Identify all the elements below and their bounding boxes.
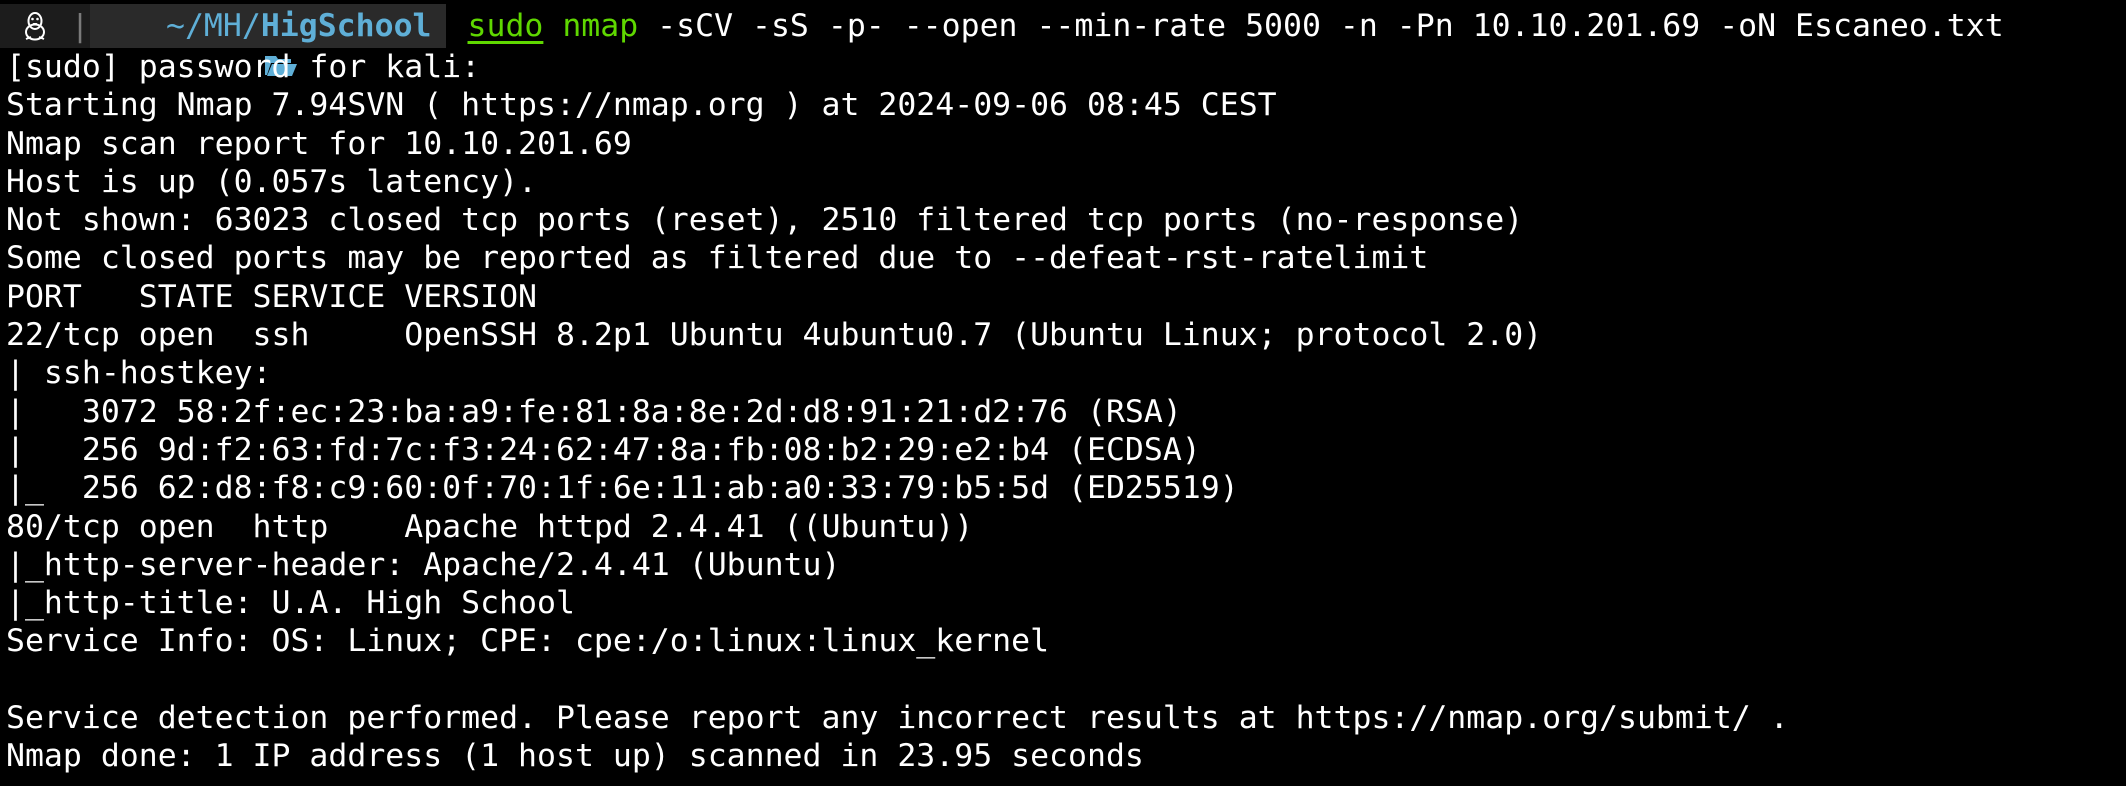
output-line: [sudo] password for kali: (6, 49, 481, 85)
output-line: |_http-server-header: Apache/2.4.41 (Ubu… (6, 546, 841, 583)
output-line: Nmap scan report for 10.10.201.69 (6, 125, 632, 162)
command-sudo: sudo (467, 8, 544, 44)
output-line: | 256 9d:f2:63:fd:7c:f3:24:62:47:8a:fb:0… (6, 431, 1201, 468)
output-line: PORT STATE SERVICE VERSION (6, 278, 538, 315)
folder-open-icon (112, 14, 297, 76)
output-line: |_ 256 62:d8:f8:c9:60:0f:70:1f:6e:11:ab:… (6, 470, 1239, 507)
directory-segment: ~/MH/HigSchool (90, 4, 446, 76)
terminal-window[interactable]: | ~/MH/HigSchool sudo nmap -sCV -sS -p- … (0, 0, 2126, 786)
shell-prompt: | ~/MH/HigSchool sudo nmap -sCV -sS -p- … (0, 0, 2126, 76)
command-output: [sudo] password for kali: Starting Nmap … (6, 48, 1789, 776)
output-line: | ssh-hostkey: (6, 355, 291, 392)
output-line: Service Info: OS: Linux; CPE: cpe:/o:lin… (6, 623, 1050, 660)
prompt-separator: | (70, 4, 90, 48)
command-text: sudo nmap -sCV -sS -p- --open --min-rate… (446, 8, 2004, 44)
output-line: |_http-title: U.A. High School (6, 585, 575, 622)
output-line: 22/tcp open ssh OpenSSH 8.2p1 Ubuntu 4ub… (6, 317, 1543, 354)
command-tool: nmap (562, 8, 639, 44)
output-line: Starting Nmap 7.94SVN ( https://nmap.org… (6, 87, 1277, 124)
command-arguments: -sCV -sS -p- --open --min-rate 5000 -n -… (657, 8, 2004, 44)
output-line: Not shown: 63023 closed tcp ports (reset… (6, 202, 1524, 239)
output-line: | 3072 58:2f:ec:23:ba:a9:fe:81:8a:8e:2d:… (6, 393, 1182, 430)
output-line: 80/tcp open http Apache httpd 2.4.41 ((U… (6, 508, 974, 545)
output-line: Nmap done: 1 IP address (1 host up) scan… (6, 738, 1144, 775)
output-line: Host is up (0.057s latency). (6, 163, 538, 200)
tux-penguin-icon (0, 4, 70, 48)
directory-current: HigSchool (260, 8, 432, 44)
output-line: Some closed ports may be reported as fil… (6, 240, 1429, 277)
directory-path: ~/MH/ (166, 8, 261, 44)
output-line: Service detection performed. Please repo… (6, 700, 1789, 737)
